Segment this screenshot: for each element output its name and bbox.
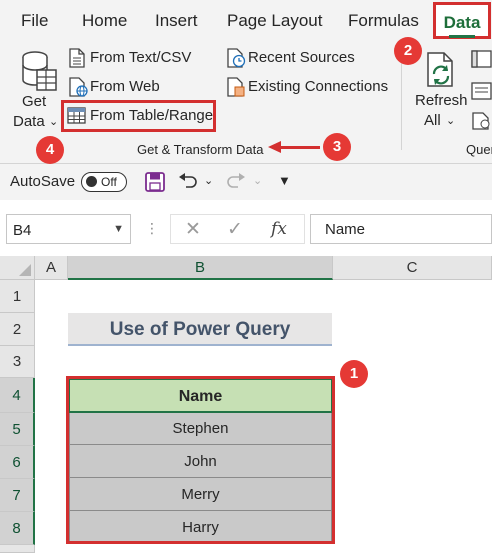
table-highlight-box bbox=[66, 376, 335, 544]
cancel-icon[interactable]: ✕ bbox=[185, 218, 201, 241]
chevron-down-icon: ⌄ bbox=[446, 115, 456, 127]
undo-dropdown-icon[interactable]: ⌄ bbox=[204, 174, 213, 187]
quick-access-toolbar: AutoSave Off ⌄ ⌄ ▼ bbox=[0, 164, 492, 200]
edit-links-icon[interactable] bbox=[471, 112, 492, 130]
undo-icon[interactable] bbox=[178, 173, 198, 191]
row-header-7[interactable]: 7 bbox=[0, 479, 35, 512]
step-badge-1: 1 bbox=[340, 360, 368, 388]
refresh-label-1: Refresh bbox=[415, 92, 468, 109]
name-box-value: B4 bbox=[13, 222, 32, 239]
select-all-corner[interactable] bbox=[0, 256, 35, 280]
formula-buttons: ✕ ✓ fx bbox=[170, 214, 305, 244]
redo-dropdown-icon[interactable]: ⌄ bbox=[253, 174, 262, 187]
get-transform-group-label: Get & Transform Data bbox=[137, 142, 264, 157]
refresh-label-2: All bbox=[424, 112, 441, 129]
enter-check-icon[interactable]: ✓ bbox=[227, 218, 243, 241]
refresh-all-button[interactable]: Refresh All ⌄ bbox=[412, 46, 470, 132]
get-data-label-2: Data bbox=[13, 113, 45, 130]
customize-qat-icon[interactable]: ▼ bbox=[278, 173, 291, 188]
column-header-a[interactable]: A bbox=[35, 256, 68, 280]
from-web-button[interactable]: From Web bbox=[66, 76, 226, 98]
annotation-arrow-line bbox=[280, 146, 320, 149]
menu-bar: File Home Insert Page Layout Formulas Da… bbox=[0, 0, 492, 40]
connections-file-icon bbox=[227, 77, 245, 97]
autosave-toggle[interactable]: Off bbox=[81, 172, 127, 192]
recent-clock-icon bbox=[227, 48, 246, 68]
formula-input-value: Name bbox=[325, 221, 366, 238]
row-header-4[interactable]: 4 bbox=[0, 378, 35, 413]
web-page-icon bbox=[69, 77, 88, 97]
autosave-label: AutoSave bbox=[10, 173, 76, 190]
menu-data-underline bbox=[449, 35, 475, 38]
step-badge-4: 4 bbox=[36, 136, 64, 164]
database-table-icon bbox=[22, 51, 57, 91]
from-web-label: From Web bbox=[90, 78, 160, 95]
select-all-triangle-icon bbox=[19, 264, 31, 276]
name-box[interactable]: B4 ▼ bbox=[6, 214, 131, 244]
formula-bar-row: B4 ▼ ⋮ ✕ ✓ fx Name bbox=[0, 200, 492, 256]
formula-input[interactable]: Name bbox=[310, 214, 492, 244]
from-table-range-button[interactable]: From Table/Range bbox=[66, 105, 216, 127]
menu-formulas[interactable]: Formulas bbox=[348, 11, 419, 31]
row-header-1[interactable]: 1 bbox=[0, 280, 35, 313]
column-header-c[interactable]: C bbox=[333, 256, 492, 280]
column-header-b[interactable]: B bbox=[68, 256, 333, 280]
autosave-toggle-state: Off bbox=[101, 175, 117, 189]
chevron-down-icon: ⌄ bbox=[49, 116, 59, 128]
menu-data[interactable]: Data bbox=[436, 13, 488, 33]
refresh-icon bbox=[427, 52, 453, 87]
from-table-range-label: From Table/Range bbox=[90, 107, 214, 124]
step-badge-2: 2 bbox=[394, 37, 422, 65]
sheet-title-cell[interactable]: Use of Power Query bbox=[68, 313, 332, 346]
menu-insert[interactable]: Insert bbox=[155, 11, 198, 31]
save-icon[interactable] bbox=[145, 172, 165, 192]
ribbon-group-separator bbox=[401, 50, 402, 150]
menu-page-layout[interactable]: Page Layout bbox=[227, 11, 322, 31]
table-icon bbox=[67, 107, 86, 124]
menu-home[interactable]: Home bbox=[82, 11, 127, 31]
step-badge-3: 3 bbox=[323, 133, 351, 161]
from-text-csv-button[interactable]: From Text/CSV bbox=[66, 47, 226, 69]
row-header-6[interactable]: 6 bbox=[0, 446, 35, 479]
existing-connections-label: Existing Connections bbox=[248, 78, 389, 95]
row-header-8[interactable]: 8 bbox=[0, 512, 35, 545]
insert-function-icon[interactable]: fx bbox=[271, 219, 287, 239]
recent-sources-button[interactable]: Recent Sources bbox=[224, 47, 384, 69]
row-header-5[interactable]: 5 bbox=[0, 413, 35, 446]
recent-sources-label: Recent Sources bbox=[248, 49, 355, 66]
properties-icon[interactable] bbox=[471, 82, 492, 100]
get-data-label-1: Get bbox=[22, 93, 47, 110]
queries-group-label: Quer bbox=[466, 142, 492, 157]
chevron-down-icon: ▼ bbox=[113, 223, 124, 235]
menu-file[interactable]: File bbox=[21, 11, 48, 31]
worksheet-grid[interactable]: A B C 1 2 3 4 5 6 7 8 Use of Power Query… bbox=[0, 256, 492, 553]
row-header-3[interactable]: 3 bbox=[0, 346, 35, 378]
existing-connections-button[interactable]: Existing Connections bbox=[224, 76, 399, 98]
text-file-icon bbox=[69, 48, 85, 68]
formula-bar-splitter-icon[interactable]: ⋮ bbox=[145, 220, 159, 237]
redo-icon[interactable] bbox=[226, 173, 246, 191]
get-data-button[interactable]: Get Data ⌄ bbox=[10, 46, 60, 132]
menu-data-highlight[interactable]: Data bbox=[433, 2, 491, 39]
annotation-arrow-head bbox=[268, 141, 281, 153]
toggle-knob bbox=[86, 176, 97, 187]
row-header-2[interactable]: 2 bbox=[0, 313, 35, 346]
queries-icon[interactable] bbox=[471, 50, 492, 68]
row-header-9[interactable] bbox=[0, 545, 35, 553]
from-text-csv-label: From Text/CSV bbox=[90, 49, 192, 66]
